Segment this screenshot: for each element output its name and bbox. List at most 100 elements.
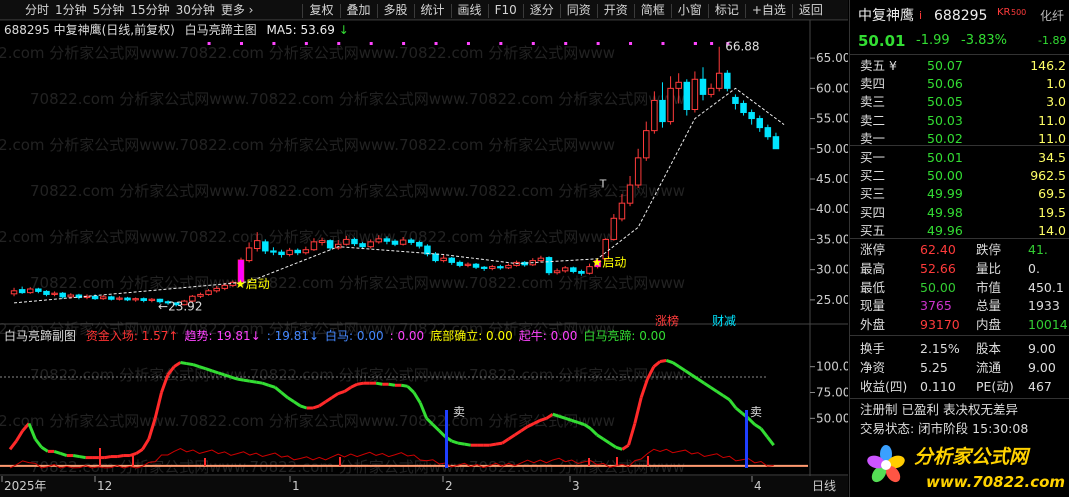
date-label: 4 — [754, 479, 762, 493]
sub-trend-segment — [79, 455, 86, 460]
candle-body — [124, 297, 131, 301]
sub-axis-label: 75.00 — [816, 386, 848, 400]
stat-label: PE(动) — [976, 378, 1014, 394]
sub-trend-segment — [608, 441, 617, 449]
price-axis-label: 50.00 — [816, 142, 848, 156]
signal-dot — [596, 42, 600, 45]
stat-value: 3765 — [920, 298, 952, 314]
period-label: 日线 — [812, 479, 836, 493]
sub-trend-segment — [665, 359, 674, 364]
sub-trend-segment — [211, 369, 219, 375]
sub-trend-segment — [104, 455, 112, 460]
date-axis-bg — [0, 476, 848, 497]
sub-trend-segment — [627, 423, 637, 446]
candle-body — [545, 257, 553, 274]
candle-body — [132, 298, 139, 301]
candle-body — [51, 292, 58, 295]
sub-indicator-name[interactable]: 白马亮蹄副图 — [4, 329, 76, 343]
sub-trend-segment — [388, 382, 396, 387]
candle-body — [416, 241, 423, 247]
sub-trend-segment — [8, 440, 18, 451]
t-marker: T — [599, 177, 607, 190]
sub-trend-segment — [299, 404, 308, 410]
candle-body — [116, 297, 123, 300]
sub-trend-segment — [343, 386, 352, 393]
indicator-name[interactable]: 白马亮蹄主图 — [185, 23, 257, 37]
sub-trend-segment — [312, 404, 320, 410]
sell-signal: 卖 — [453, 405, 465, 419]
candle-body — [205, 290, 212, 295]
candle-body — [464, 263, 472, 266]
sub-axis-label: 100.0 — [816, 360, 848, 374]
signal-dot — [402, 42, 406, 45]
low-label: ←23.92 — [158, 300, 202, 314]
candle-body — [561, 267, 569, 272]
sub-trend-segment — [406, 385, 415, 394]
info-tags: 注册制 已盈利 表决权无差异 — [860, 402, 1018, 417]
logo-url: www.70822.com — [926, 473, 1065, 491]
sub-trend-segment — [243, 378, 251, 383]
stat-value: 467 — [1028, 378, 1052, 394]
divider — [850, 238, 1069, 239]
candle-body — [732, 96, 739, 104]
sub-trend-segment — [552, 412, 560, 418]
bid-row[interactable]: 买五 49.96 14.0 — [850, 222, 1069, 239]
sub-trend-segment — [753, 423, 762, 430]
sub-trend-segment — [337, 390, 345, 395]
candle-body — [302, 249, 310, 254]
date-label: 3 — [572, 479, 580, 493]
level-volume: 19.5 — [1038, 204, 1066, 220]
watermark-text: 70822.com 分析家公式网www.70822.com 分析家公式网www.… — [30, 90, 685, 108]
price-change-pct: -3.83% — [961, 33, 1007, 48]
bid-row[interactable]: 买四 49.98 19.5 — [850, 204, 1069, 221]
candle-body — [748, 112, 755, 120]
sub-trend-segment — [766, 436, 775, 447]
candle-body — [310, 241, 318, 251]
sub-trend-segment — [331, 392, 340, 399]
logo-graphic: 分析家公式网 www.70822.com — [867, 445, 1065, 491]
kline-chart[interactable]: 70822.com 分析家公式网www.70822.com 分析家公式网www.… — [0, 0, 848, 497]
stat-value: 9.00 — [1028, 359, 1056, 375]
sub-trend-segment — [571, 418, 579, 424]
sub-trend-segment — [621, 443, 630, 451]
candle-body — [553, 270, 561, 274]
kr-badge-num: 500 — [1011, 8, 1027, 17]
sub-trend-segment — [501, 437, 510, 445]
quote-title-row: 中复神鹰 i 688295 KR 500 化纤 — [850, 6, 1069, 26]
sub-trend-segment — [709, 386, 718, 393]
level-label: 买三 — [860, 186, 886, 202]
bid-row[interactable]: 买一 50.01 34.5 — [850, 149, 1069, 166]
candle-body — [643, 130, 650, 159]
bid-row[interactable]: 买三 49.99 69.5 — [850, 185, 1069, 202]
industry-tag[interactable]: 化纤 — [1040, 6, 1064, 26]
sub-trend-segment — [117, 454, 124, 459]
date-label: 12 — [97, 479, 112, 493]
sub-trend-segment — [703, 381, 712, 389]
sub-trend-segment — [690, 373, 699, 381]
candle-body — [286, 249, 293, 256]
level-label: 卖五 ¥ — [860, 58, 897, 73]
level-volume: 11.0 — [1038, 112, 1066, 128]
level-price: 50.03 — [927, 112, 963, 128]
signal-dot — [693, 42, 697, 45]
stat-row: 外盘 93170 内盘 10014 — [850, 316, 1069, 333]
sub-trend-segment — [318, 400, 327, 408]
ask-row[interactable]: 卖五 ¥ 50.07 146.2 — [850, 57, 1069, 74]
ask-row[interactable]: 卖二 50.03 11.0 — [850, 112, 1069, 129]
signal-dot — [304, 42, 308, 45]
bid-row[interactable]: 买二 50.00 962.5 — [850, 167, 1069, 184]
info-icon[interactable]: i — [919, 6, 922, 26]
stat-label: 量比 — [976, 260, 1002, 276]
date-label: 2025年 — [4, 479, 47, 493]
price-axis-label: 55.00 — [816, 112, 848, 126]
candle-body — [489, 266, 496, 269]
info-line: 注册制 已盈利 表决权无差异 — [850, 401, 1069, 418]
candle-body — [213, 287, 220, 292]
ask-row[interactable]: 卖四 50.06 1.0 — [850, 75, 1069, 92]
candle-body — [756, 118, 763, 129]
sub-trend-segment — [457, 441, 465, 446]
sub-trend-segment — [722, 394, 731, 401]
sub-trend-segment — [217, 371, 226, 377]
ask-row[interactable]: 卖三 50.05 3.0 — [850, 93, 1069, 110]
stat-value: 41. — [1028, 242, 1048, 257]
